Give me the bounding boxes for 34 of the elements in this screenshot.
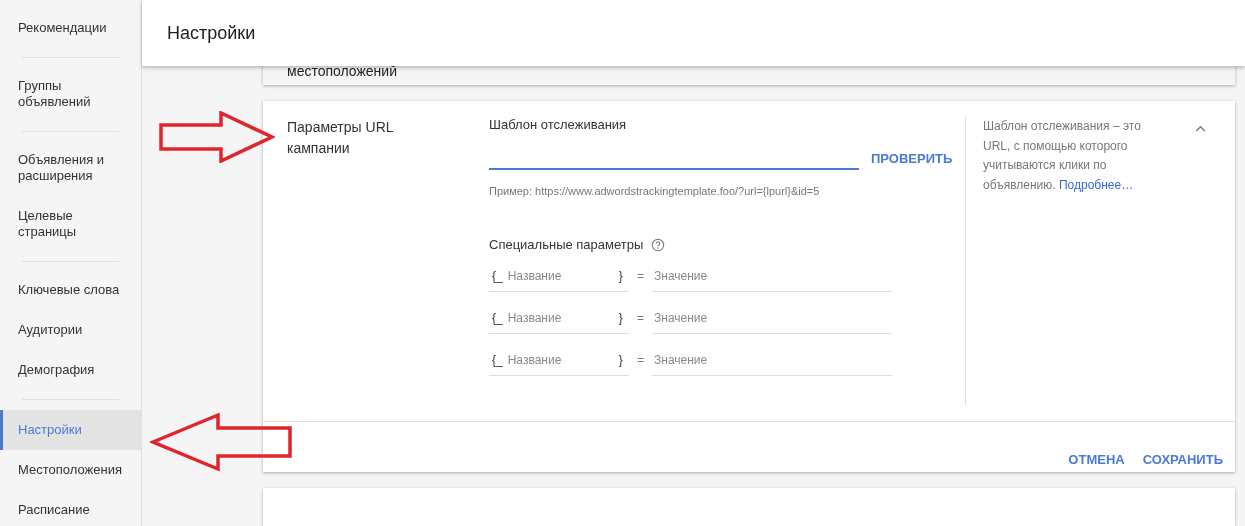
input-field[interactable]: Название [505, 352, 616, 367]
sidebar-item[interactable]: Аудитории [0, 322, 141, 338]
cancel-button[interactable]: ОТМЕНА [1068, 448, 1125, 472]
sidebar-item[interactable]: Объявления и расширения [0, 152, 141, 184]
brace-text: } [617, 352, 624, 367]
sidebar-item[interactable]: Местоположения [0, 462, 141, 478]
setting-label: местоположений [287, 63, 397, 80]
sidebar-item[interactable]: Расписание [0, 502, 141, 518]
sidebar-item[interactable]: Рекомендации [0, 20, 141, 36]
equals-sign: = [637, 311, 644, 326]
input-field[interactable]: Название [505, 268, 616, 283]
save-button[interactable]: СОХРАНИТЬ [1142, 448, 1223, 472]
learn-more-link[interactable]: Подробнее… [1058, 177, 1134, 192]
hint-text: Пример: https://www.adwordstrackingtemplate.foo/?url={lpurl}&id=5 [489, 185, 820, 198]
equals-sign: = [637, 269, 644, 284]
brace-text: {_ [491, 268, 504, 283]
brace-text: {_ [491, 352, 504, 367]
chevron-up-icon[interactable] [1195, 125, 1206, 133]
section-title: Специальные параметры [489, 237, 644, 253]
sidebar-item[interactable]: Ключевые слова [0, 282, 141, 298]
brace-text: } [617, 310, 624, 325]
equals-sign: = [637, 353, 644, 368]
setting-label: Параметры URL кампании [287, 118, 394, 159]
page-title: Настройки [167, 22, 256, 44]
help-text: Шаблон отслеживания – это URL, с помощью которого учитываются клики по объявлению. Подробнее… [983, 118, 1142, 194]
sidebar-item[interactable]: Демография [0, 362, 141, 378]
sidebar-item[interactable]: Группы объявлений [0, 78, 141, 110]
sidebar-item[interactable]: Целевые страницы [0, 208, 141, 240]
brace-text: } [617, 268, 624, 283]
brace-text: {_ [491, 310, 504, 325]
input-field[interactable]: Название [505, 310, 616, 325]
field-label: Шаблон отслеживания [489, 117, 627, 133]
check-button[interactable]: ПРОВЕРИТЬ [871, 151, 953, 171]
help-icon[interactable] [651, 237, 666, 252]
